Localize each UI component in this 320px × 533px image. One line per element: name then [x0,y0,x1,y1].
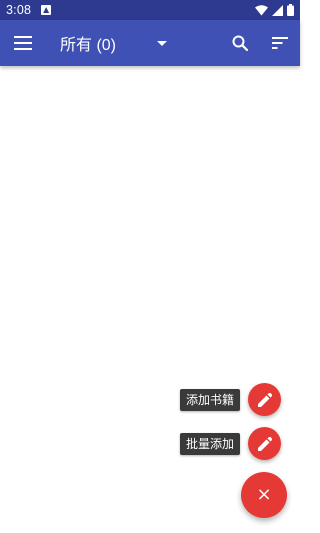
fab-add-book-row: 添加书籍 [180,383,282,416]
batch-add-label[interactable]: 批量添加 [180,432,241,455]
search-icon[interactable] [228,31,252,55]
book-list [0,66,300,533]
add-book-label[interactable]: 添加书籍 [180,388,241,411]
sort-icon[interactable] [268,31,292,55]
status-time: 3:08 [6,3,32,17]
app-toolbar: 所有 (0) [0,20,300,66]
fab-batch-add-row: 批量添加 [180,427,282,460]
pencil-icon [257,436,272,451]
add-book-button[interactable] [248,383,282,416]
notification-icon [41,5,52,15]
fab-close-button[interactable]: × [241,472,287,518]
battery-icon [287,4,294,16]
dropdown-arrow-icon[interactable] [150,31,174,55]
close-icon: × [256,484,272,505]
signal-icon [272,4,283,16]
menu-icon[interactable] [11,31,35,55]
pencil-icon [257,392,272,407]
status-bar: 3:08 [0,0,300,20]
wifi-icon [255,4,268,15]
category-selector[interactable]: 所有 (0) [60,20,116,66]
app-screen: 3:08 所有 (0) 添加书籍 批量添加 × [0,0,300,533]
batch-add-button[interactable] [248,427,282,460]
status-icons [255,4,294,16]
toolbar-title: 所有 (0) [60,37,117,54]
